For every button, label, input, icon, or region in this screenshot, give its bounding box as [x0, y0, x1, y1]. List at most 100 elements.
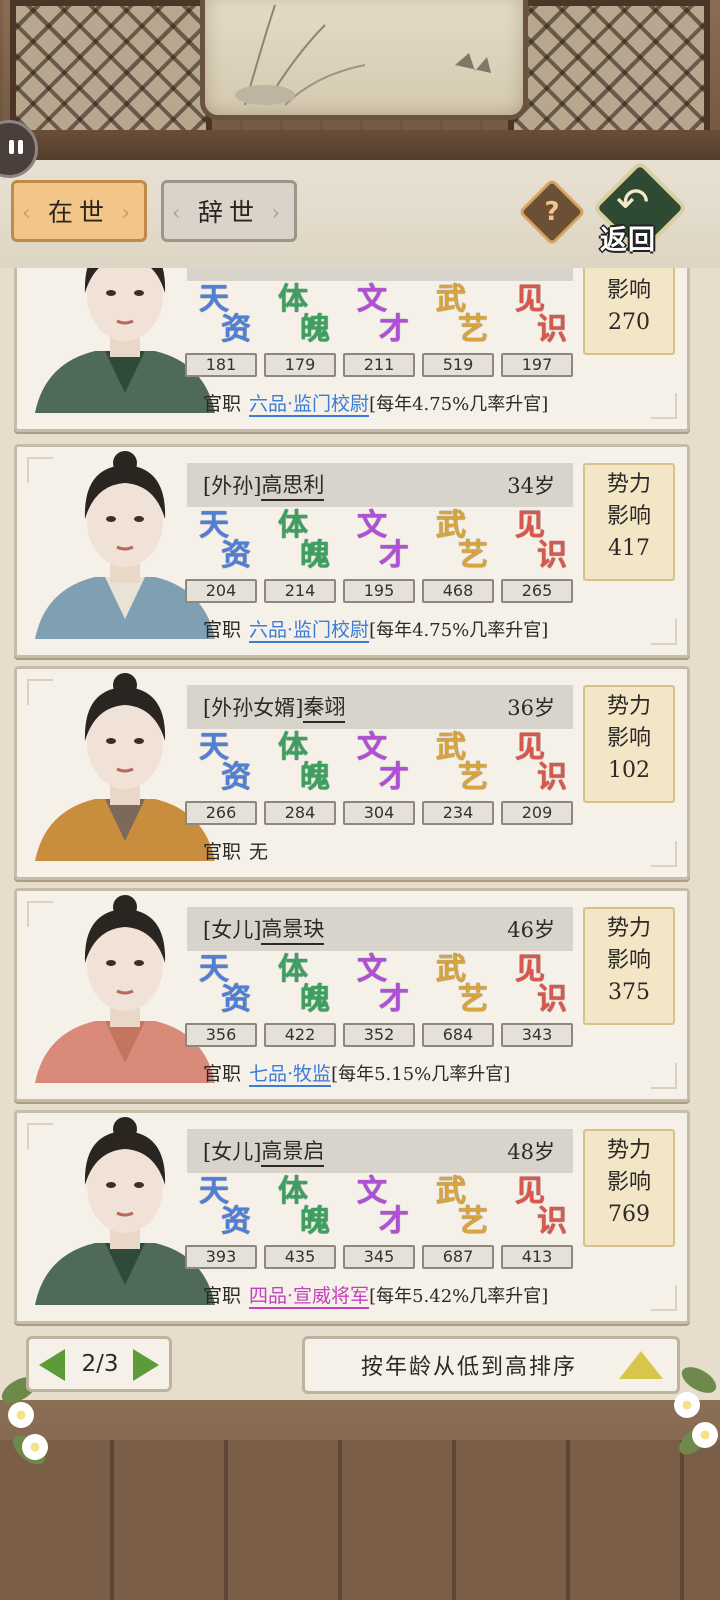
member-list[interactable]: 天资181体魄179文才211武艺519见识197势力影响270官职六品·监门校…: [0, 268, 720, 1330]
office-line: 官职 四品·宣威将军[每年5.42%几率升官]: [203, 1281, 549, 1309]
stat-label-char: 艺: [458, 1204, 488, 1239]
office-rank[interactable]: 六品·监门校尉: [249, 393, 370, 417]
office-label: 官职: [203, 619, 242, 641]
office-label: 官职: [203, 1063, 242, 1085]
tab-dead-label: 辞世: [197, 198, 260, 227]
member-name: 高景玦: [261, 913, 325, 945]
back-button[interactable]: ↶ 返回: [591, 159, 689, 257]
stat-label-char: 识: [537, 1204, 567, 1239]
office-line: 官职无: [203, 837, 268, 864]
stat-label-char: 见: [515, 282, 545, 317]
sort-by-age-button[interactable]: 按年龄从低到高排序: [302, 1336, 680, 1394]
influence-value: 375: [608, 980, 650, 1005]
stat-label-char: 魄: [300, 1204, 330, 1239]
tab-dead[interactable]: ‹ 辞世 ›: [161, 180, 297, 242]
wood-floor: [0, 1440, 720, 1600]
stat-value: 284: [264, 801, 336, 825]
stat-value: 684: [422, 1023, 494, 1047]
stat-value: 352: [343, 1023, 415, 1047]
next-page-arrow-icon[interactable]: [133, 1349, 159, 1381]
stat-column: 见识 343: [501, 955, 577, 1051]
stat-label-char: 文: [357, 1174, 387, 1209]
stat-column: 体魄 179: [264, 285, 340, 381]
chevron-left-icon: ‹: [172, 201, 187, 226]
stat-label-char: 艺: [458, 760, 488, 795]
member-card[interactable]: 天资 181 体魄 179 文才 211 武艺 519 见识 197 势力影响 270 官职六品·监门校…: [14, 268, 690, 432]
stat-value: 181: [185, 353, 257, 377]
stat-column: 天资 181: [185, 285, 261, 381]
stat-column: 体魄 284: [264, 733, 340, 829]
stat-value: 393: [185, 1245, 257, 1269]
stat-label-char: 体: [278, 952, 308, 987]
stat-label-char: 资: [221, 760, 251, 795]
stat-value: 413: [501, 1245, 573, 1269]
influence-box: 势力 影响 769: [583, 1129, 675, 1247]
stat-label-char: 见: [515, 952, 545, 987]
stat-label-char: 魄: [300, 312, 330, 347]
member-name: 高景启: [261, 1135, 325, 1167]
influence-label-line2: 影响: [606, 1170, 651, 1195]
stat-column: 武艺 519: [422, 285, 498, 381]
stat-label-char: 才: [379, 760, 409, 795]
member-age: 48岁: [507, 1140, 555, 1164]
stat-label-char: 艺: [458, 312, 488, 347]
tab-alive[interactable]: ‹ 在世 ›: [11, 180, 147, 242]
pager: 2/3: [26, 1336, 172, 1392]
stat-label-char: 魄: [300, 538, 330, 573]
stat-label-char: 武: [436, 282, 466, 317]
stat-column: 文才 304: [343, 733, 419, 829]
member-relation: [外孙女婿]: [203, 696, 304, 720]
question-icon: ?: [544, 197, 560, 227]
member-relation: [女儿]: [203, 1140, 262, 1164]
member-card[interactable]: [外孙女婿] 秦翊 36岁天资 266 体魄 284 文才 304 武艺 234 见识 209 势力 影响…: [14, 666, 690, 880]
member-name-bar: [187, 268, 573, 281]
stat-value: 468: [422, 579, 494, 603]
flower-decoration: [20, 1432, 50, 1462]
stat-label-char: 才: [379, 1204, 409, 1239]
stat-label-char: 艺: [458, 982, 488, 1017]
office-rank[interactable]: 七品·牧监: [249, 1063, 332, 1087]
stat-column: 武艺 234: [422, 733, 498, 829]
stat-label-char: 天: [199, 730, 229, 765]
stat-label-char: 识: [537, 982, 567, 1017]
influence-value: 102: [608, 758, 650, 783]
member-card[interactable]: [外孙] 高思利 34岁天资 204 体魄 214 文才 195 武艺 468 见识 265 势力 影响 4…: [14, 444, 690, 658]
stat-column: 见识 265: [501, 511, 577, 607]
chevron-right-icon: ›: [271, 201, 286, 226]
member-age: 36岁: [507, 696, 555, 720]
stat-value: 179: [264, 353, 336, 377]
office-rank[interactable]: 六品·监门校尉: [249, 619, 370, 643]
stat-label-char: 文: [357, 952, 387, 987]
stat-value: 214: [264, 579, 336, 603]
tab-alive-label: 在世: [47, 198, 110, 227]
member-card[interactable]: [女儿] 高景启 48岁天资 393 体魄 435 文才 345 武艺 687 见识 413 势力 影响 7…: [14, 1110, 690, 1324]
office-label: 官职: [203, 841, 242, 863]
member-card[interactable]: [女儿] 高景玦 46岁天资 356 体魄 422 文才 352 武艺 684 见识 343 势力 影响 3…: [14, 888, 690, 1102]
stat-column: 见识 197: [501, 285, 577, 381]
prev-page-arrow-icon[interactable]: [39, 1349, 65, 1381]
promotion-chance: [每年4.75%几率升官]: [369, 394, 549, 415]
stat-label-char: 文: [357, 282, 387, 317]
stat-label-char: 资: [221, 1204, 251, 1239]
stat-label-char: 武: [436, 508, 466, 543]
stat-label-char: 才: [379, 312, 409, 347]
stat-column: 文才 211: [343, 285, 419, 381]
member-name-bar: [外孙女婿] 秦翊 36岁: [187, 685, 573, 729]
stat-value: 266: [185, 801, 257, 825]
stat-label-char: 魄: [300, 982, 330, 1017]
influence-label-line1: 势力: [606, 1138, 651, 1163]
triangle-up-icon: [619, 1351, 663, 1379]
promotion-chance: [每年5.42%几率升官]: [369, 1286, 549, 1307]
influence-label-line2: 影响: [606, 278, 651, 303]
influence-box: 势力 影响 102: [583, 685, 675, 803]
stat-value: 265: [501, 579, 573, 603]
stat-value: 209: [501, 801, 573, 825]
card-corner-ornament: [651, 393, 677, 419]
stat-label-char: 天: [199, 952, 229, 987]
stat-column: 武艺 468: [422, 511, 498, 607]
stat-label-char: 体: [278, 1174, 308, 1209]
influence-box: 势力 影响 417: [583, 463, 675, 581]
influence-box: 势力 影响 375: [583, 907, 675, 1025]
stat-column: 天资 356: [185, 955, 261, 1051]
office-rank[interactable]: 四品·宣威将军: [249, 1285, 370, 1309]
